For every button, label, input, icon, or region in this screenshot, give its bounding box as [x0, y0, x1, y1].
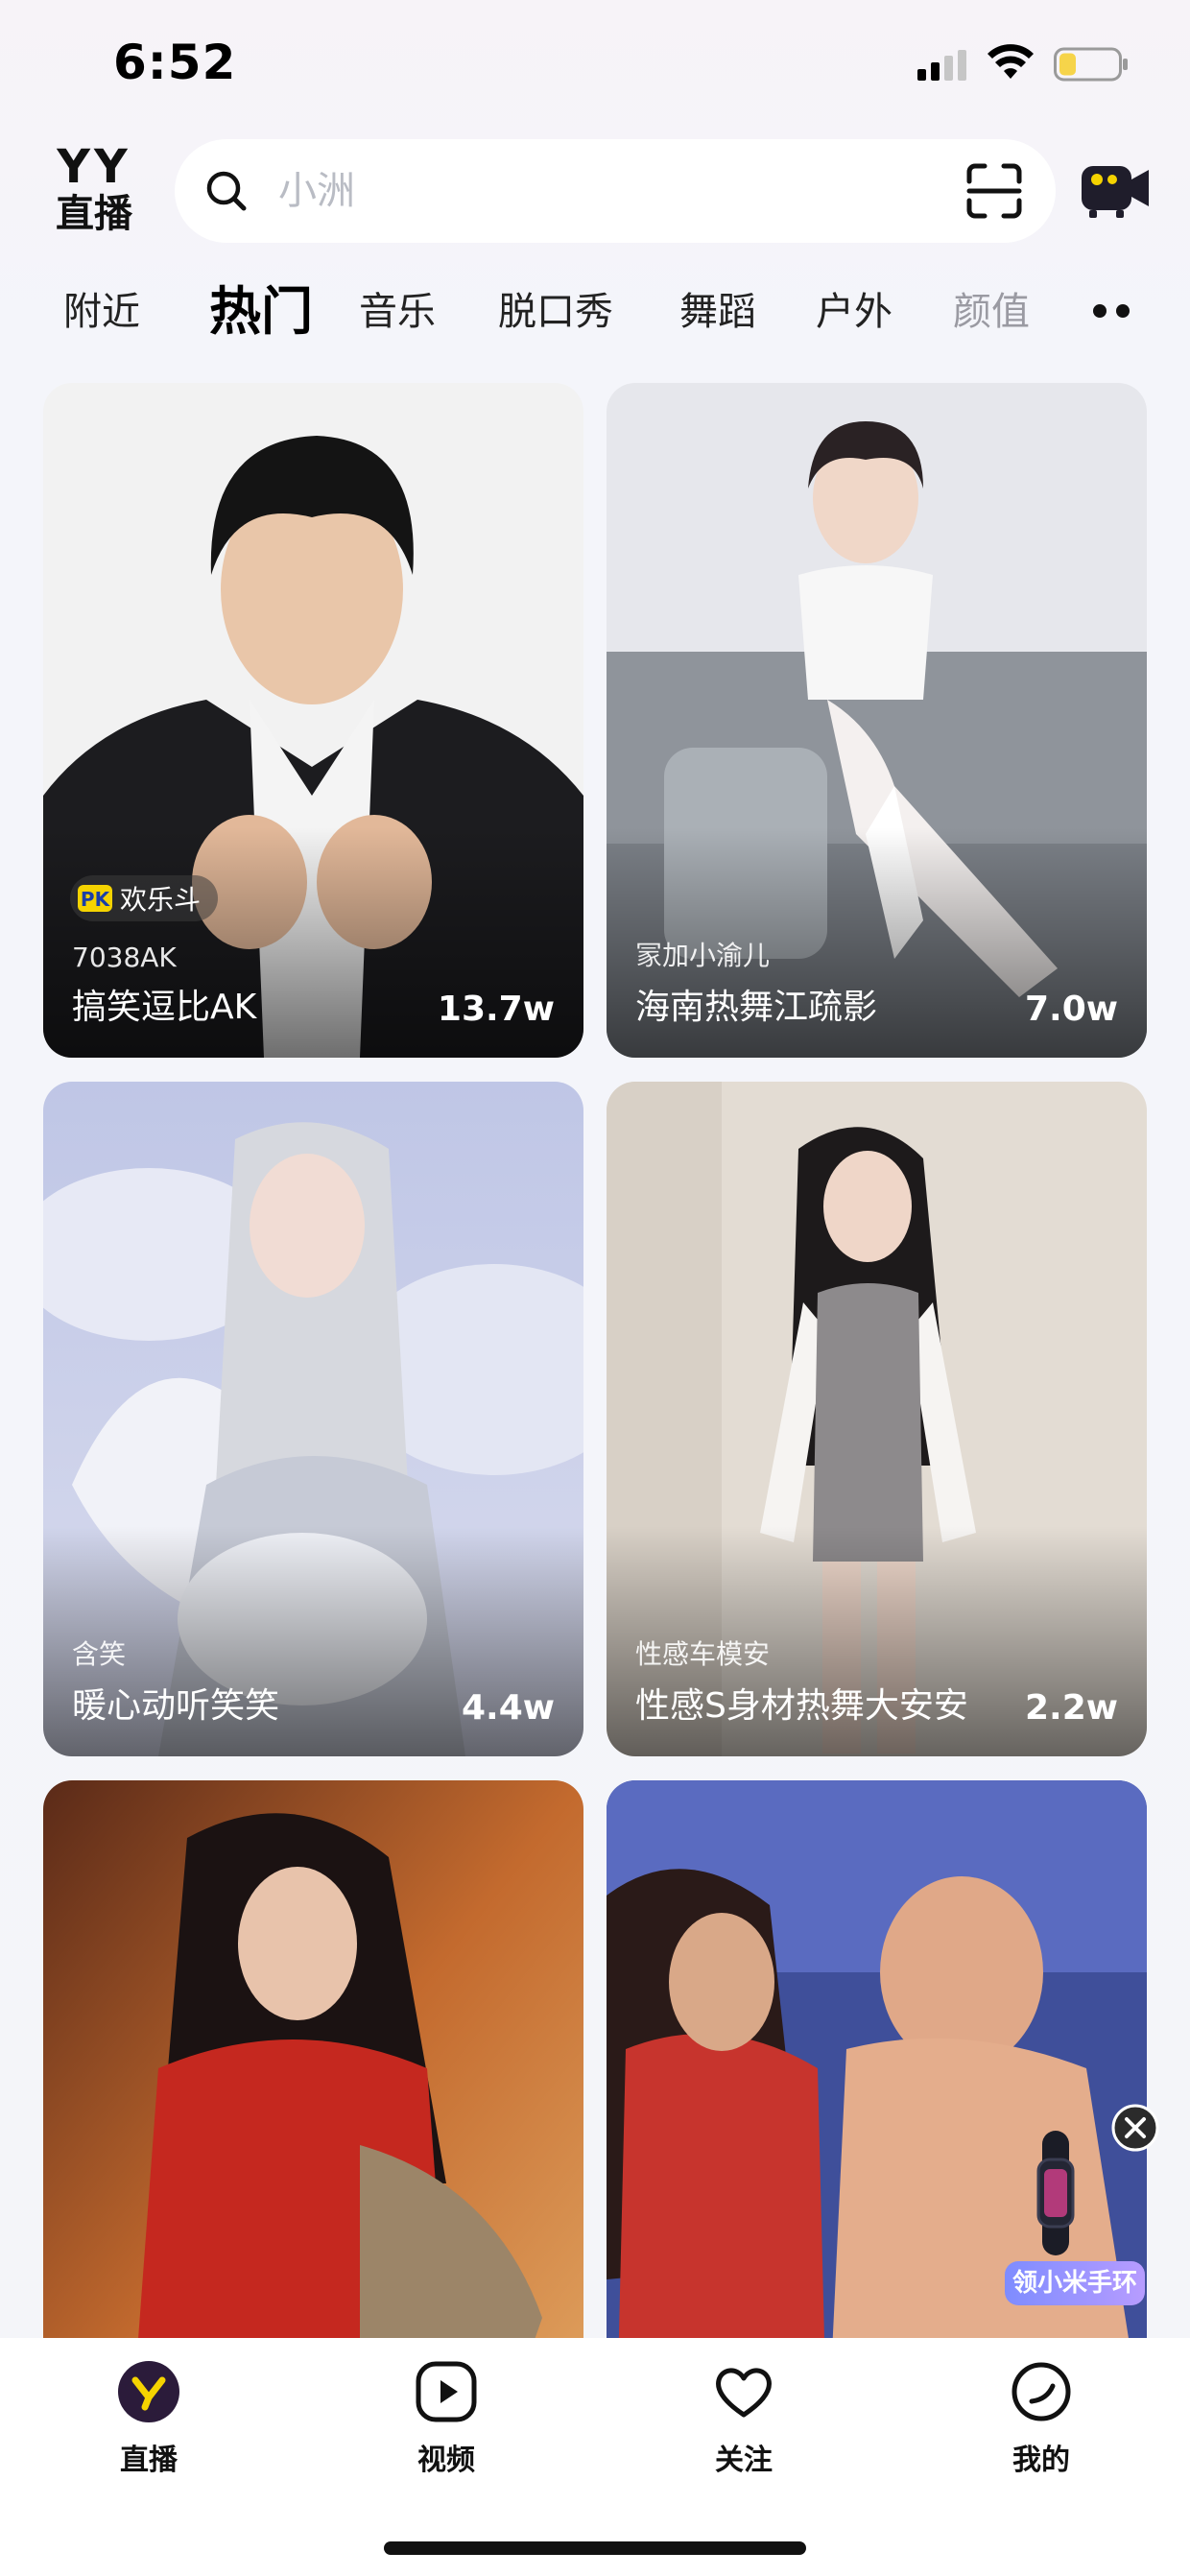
live-card[interactable]: 含笑 暖心动听笑笑 4.4w [43, 1082, 583, 1756]
card-viewer-count: 13.7w [437, 990, 555, 1029]
ad-promo-tag[interactable]: 领小米手环 [1005, 2261, 1145, 2305]
card-title: 性感S身材热舞大安安 [635, 1686, 968, 1726]
card-title: 搞笑逗比AK [72, 988, 257, 1027]
card-anchor-name: 冡加小渝儿 [635, 940, 771, 971]
live-logo-icon [118, 2361, 179, 2422]
bottom-nav: 直播 视频 关注 我的 [0, 2338, 1190, 2576]
app-logo: YY 直播 [46, 144, 142, 240]
live-card[interactable]: PK 欢乐斗 7038AK 搞笑逗比AK 13.7w [43, 383, 583, 1058]
search-input[interactable] [278, 139, 912, 243]
card-anchor-name: 7038AK [72, 942, 177, 973]
more-tabs-icon[interactable] [1090, 298, 1134, 324]
tab-outdoor[interactable]: 户外 [816, 274, 892, 350]
card-viewer-count: 2.2w [1024, 1688, 1118, 1728]
card-anchor-name: 性感车模安 [635, 1638, 771, 1670]
tab-dance[interactable]: 舞蹈 [679, 274, 756, 350]
tab-nearby[interactable]: 附近 [63, 274, 140, 350]
heart-icon [716, 2368, 772, 2418]
search-bar[interactable] [175, 139, 1056, 243]
nav-label-live: 直播 [120, 2444, 178, 2477]
status-bar: 6:52 [0, 0, 1190, 134]
pk-icon: PK [78, 885, 112, 912]
nav-item-live[interactable]: 直播 [72, 2359, 226, 2503]
wifi-icon [988, 44, 1034, 79]
tab-hot[interactable]: 热门 [209, 274, 313, 350]
close-ad-icon[interactable] [1111, 2104, 1159, 2152]
svg-text:PK: PK [81, 888, 111, 911]
nav-item-profile[interactable]: 我的 [964, 2359, 1118, 2503]
nav-label-video: 视频 [417, 2444, 475, 2477]
card-viewer-count: 4.4w [461, 1688, 555, 1728]
nav-label-profile: 我的 [1012, 2444, 1070, 2477]
card-title: 海南热舞江疏影 [635, 988, 878, 1027]
profile-icon [1012, 2362, 1071, 2421]
card-viewer-count: 7.0w [1024, 990, 1118, 1029]
pk-badge-label: 欢乐斗 [120, 884, 202, 916]
nav-label-follow: 关注 [715, 2444, 773, 2477]
live-card[interactable]: 性感车模安 性感S身材热舞大安安 2.2w [607, 1082, 1147, 1756]
nav-item-follow[interactable]: 关注 [667, 2359, 821, 2503]
card-anchor-name: 含笑 [72, 1638, 127, 1670]
smart-band-ad-icon[interactable] [1027, 2131, 1084, 2255]
home-indicator[interactable] [384, 2541, 806, 2555]
battery-icon [1054, 47, 1128, 82]
tab-music[interactable]: 音乐 [359, 274, 436, 350]
cellular-signal-icon [917, 50, 966, 81]
live-card[interactable]: 冡加小渝儿 海南热舞江疏影 7.0w [607, 383, 1147, 1058]
search-icon [206, 171, 247, 211]
pk-badge: PK 欢乐斗 [70, 875, 219, 921]
play-icon [416, 2361, 477, 2422]
tab-looks[interactable]: 颜值 [953, 274, 1030, 350]
status-time: 6:52 [113, 35, 237, 90]
logo-live-text: 直播 [56, 192, 132, 236]
tab-talk-show[interactable]: 脱口秀 [498, 274, 613, 350]
card-title: 暖心动听笑笑 [72, 1686, 280, 1726]
category-tabs: 附近 热门 音乐 脱口秀 舞蹈 户外 颜值 [0, 274, 1190, 350]
scan-icon[interactable] [965, 162, 1023, 220]
logo-yy-text: YY [57, 140, 131, 194]
nav-item-video[interactable]: 视频 [369, 2359, 523, 2503]
live-camera-icon[interactable] [1080, 156, 1153, 220]
